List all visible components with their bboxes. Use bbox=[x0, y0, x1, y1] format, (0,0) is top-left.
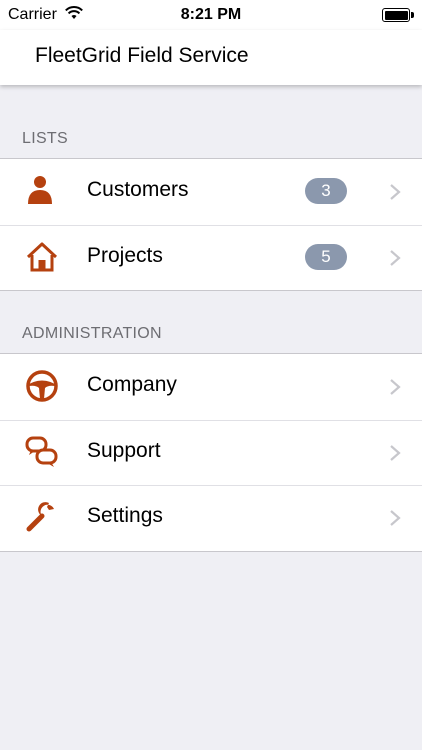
administration-group: Company Support Settings bbox=[0, 353, 422, 552]
lists-group: Customers 3 Projects 5 bbox=[0, 158, 422, 291]
list-item-label: Support bbox=[87, 438, 161, 462]
chevron-right-icon bbox=[390, 510, 401, 526]
list-item-label: Projects bbox=[87, 243, 163, 267]
chevron-right-icon bbox=[390, 444, 401, 461]
list-item-company[interactable]: Company bbox=[0, 354, 422, 420]
count-badge: 3 bbox=[305, 178, 347, 204]
chevron-right-icon bbox=[390, 249, 401, 266]
list-item-settings[interactable]: Settings bbox=[0, 485, 422, 551]
list-item-label: Customers bbox=[87, 178, 189, 201]
status-bar: Carrier 8:21 PM bbox=[0, 0, 422, 30]
section-header-administration: ADMINISTRATION bbox=[22, 325, 162, 342]
list-item-support[interactable]: Support bbox=[0, 419, 422, 486]
section-header-lists: LISTS bbox=[22, 130, 68, 147]
chat-bubbles-icon bbox=[25, 436, 58, 467]
chevron-right-icon bbox=[390, 379, 401, 395]
list-item-customers[interactable]: Customers 3 bbox=[0, 159, 422, 225]
clock: 8:21 PM bbox=[180, 6, 242, 23]
count-badge: 5 bbox=[305, 243, 347, 270]
steering-wheel-icon bbox=[26, 370, 58, 402]
navigation-bar: FleetGrid Field Service bbox=[0, 30, 422, 85]
battery-icon bbox=[382, 8, 414, 22]
list-item-label: Settings bbox=[87, 504, 163, 527]
list-item-label: Company bbox=[87, 373, 177, 396]
house-icon bbox=[26, 242, 58, 271]
wrench-icon bbox=[26, 502, 54, 532]
list-item-projects[interactable]: Projects 5 bbox=[0, 224, 422, 291]
chevron-right-icon bbox=[390, 184, 401, 200]
person-icon bbox=[28, 176, 52, 204]
page-title: FleetGrid Field Service bbox=[35, 44, 249, 67]
